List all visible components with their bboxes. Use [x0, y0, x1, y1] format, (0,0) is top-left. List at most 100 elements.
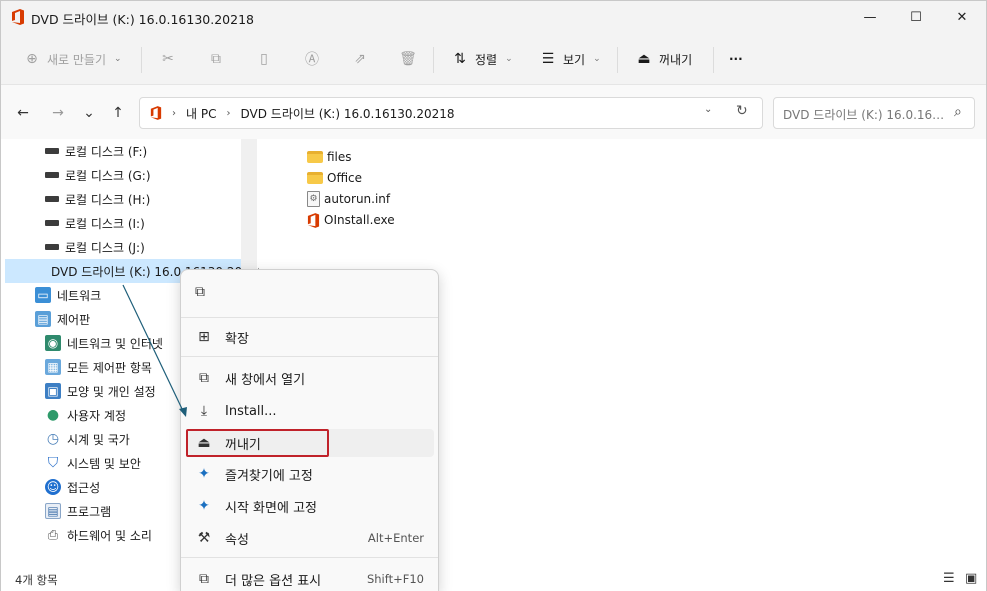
office-icon	[150, 106, 162, 120]
sidebar-item-user-accounts[interactable]: ● 사용자 계정	[45, 403, 126, 427]
details-view-icon[interactable]: ☰	[943, 571, 955, 586]
programs-icon: ▤	[45, 503, 61, 519]
menu-item-pin-quick-access[interactable]: ✦ 즐겨찾기에 고정	[187, 460, 434, 488]
file-item-office[interactable]: Office	[307, 168, 362, 188]
sidebar-item-hardware-sound[interactable]: ⎙ 하드웨어 및 소리	[45, 523, 152, 547]
tiles-view-icon[interactable]: ▣	[965, 571, 977, 586]
sidebar-item-network-internet[interactable]: ◉ 네트워크 및 인터넷	[45, 331, 163, 355]
sidebar-item-label: 제어판	[57, 312, 91, 327]
sidebar-item-clock-region[interactable]: ◷ 시계 및 국가	[45, 427, 130, 451]
sidebar-item-label: 네트워크 및 인터넷	[67, 336, 163, 351]
up-button[interactable]: ↑	[106, 103, 130, 123]
sort-button[interactable]: ⇅ 정렬 ⌄	[451, 45, 513, 73]
menu-separator	[181, 317, 438, 318]
accessibility-icon: ☺	[45, 479, 61, 495]
sidebar-item-all-control-panel[interactable]: ▦ 모든 제어판 항목	[45, 355, 152, 379]
printer-icon: ⎙	[47, 527, 59, 543]
sort-icon: ⇅	[454, 51, 466, 67]
toolbar-divider	[713, 47, 714, 73]
breadcrumb-separator: ›	[172, 107, 176, 119]
wrench-icon: ⚒	[197, 530, 211, 546]
item-count: 4개 항목	[15, 573, 58, 587]
refresh-icon[interactable]: ↻	[736, 103, 748, 119]
search-input[interactable]: DVD 드라이브 (K:) 16.0.161...	[783, 106, 945, 123]
context-menu: ⧉ ⊞ 확장 ⧉ 새 창에서 열기 ⤓ Install... ⏏ 꺼내기 ✦ 즐…	[180, 269, 439, 591]
sidebar-item-drive-f[interactable]: 로컬 디스크 (F:)	[45, 139, 147, 163]
view-button[interactable]: ☰ 보기 ⌄	[539, 45, 601, 73]
menu-item-more-options[interactable]: ⧉ 더 많은 옵션 표시 Shift+F10	[187, 565, 434, 591]
sidebar-item-control-panel[interactable]: ▤ 제어판	[35, 307, 90, 331]
file-item-oinstall[interactable]: OInstall.exe	[307, 210, 395, 230]
address-bar[interactable]: › 내 PC › DVD 드라이브 (K:) 16.0.16130.20218 …	[139, 97, 763, 129]
file-item-autorun[interactable]: ⚙ autorun.inf	[307, 189, 390, 209]
new-button[interactable]: ⊕ 새로 만들기 ⌄	[23, 45, 122, 73]
menu-item-shortcut: Shift+F10	[366, 572, 424, 586]
settings-file-icon: ⚙	[307, 191, 320, 207]
drive-icon	[45, 148, 59, 154]
menu-item-open-new-window[interactable]: ⧉ 새 창에서 열기	[187, 364, 434, 392]
sort-label: 정렬	[475, 52, 498, 67]
sidebar-item-programs[interactable]: ▤ 프로그램	[45, 499, 111, 523]
network-icon: ▭	[35, 287, 51, 303]
sidebar-item-label: 시스템 및 보안	[67, 456, 141, 471]
toolbar-divider	[433, 47, 434, 73]
sidebar-item-accessibility[interactable]: ☺ 접근성	[45, 475, 100, 499]
menu-item-install[interactable]: ⤓ Install...	[187, 397, 434, 425]
maximize-button[interactable]: ☐	[893, 1, 939, 33]
sidebar-item-drive-j[interactable]: 로컬 디스크 (J:)	[45, 235, 145, 259]
appearance-icon: ▣	[45, 383, 61, 399]
network-internet-icon: ◉	[45, 335, 61, 351]
status-bar: 4개 항목 ☰ ▣	[1, 569, 986, 591]
menu-item-pin-start[interactable]: ✦ 시작 화면에 고정	[187, 492, 434, 520]
pin-icon: ✦	[198, 498, 210, 514]
paste-button[interactable]: ▯	[255, 45, 273, 73]
menu-item-expand[interactable]: ⊞ 확장	[187, 323, 434, 351]
title-bar: DVD 드라이브 (K:) 16.0.16130.20218 — ☐ ✕	[1, 1, 986, 33]
close-button[interactable]: ✕	[939, 1, 985, 33]
file-item-files[interactable]: files	[307, 147, 352, 167]
drive-icon	[45, 244, 59, 250]
copy-button[interactable]: ⧉	[207, 45, 225, 73]
back-button[interactable]: ←	[11, 103, 35, 123]
all-control-panel-icon: ▦	[45, 359, 61, 375]
rename-button[interactable]: Ⓐ	[303, 45, 321, 73]
breadcrumb-dvd-drive[interactable]: DVD 드라이브 (K:) 16.0.16130.20218	[240, 105, 454, 122]
menu-item-properties[interactable]: ⚒ 속성 Alt+Enter	[187, 524, 434, 552]
breadcrumb-this-pc[interactable]: 내 PC	[186, 105, 216, 122]
recent-locations-button[interactable]: ⌄	[77, 103, 101, 123]
shield-icon: ⛉	[47, 455, 59, 471]
cut-button[interactable]: ✂	[159, 45, 177, 73]
sidebar-item-label: 네트워크	[57, 288, 102, 303]
search-box[interactable]: DVD 드라이브 (K:) 16.0.161... ⌕	[773, 97, 975, 129]
sidebar-item-appearance[interactable]: ▣ 모양 및 개인 설정	[45, 379, 156, 403]
minimize-button[interactable]: —	[847, 1, 893, 33]
sidebar-item-drive-g[interactable]: 로컬 디스크 (G:)	[45, 163, 151, 187]
window-title: DVD 드라이브 (K:) 16.0.16130.20218	[31, 12, 254, 27]
chevron-down-icon: ⌄	[114, 54, 122, 64]
address-history-chevron-icon[interactable]: ⌄	[704, 104, 712, 115]
file-name: files	[327, 150, 352, 164]
sidebar-item-label: 프로그램	[67, 504, 112, 519]
chevron-down-icon: ⌄	[505, 54, 513, 64]
sidebar-item-drive-h[interactable]: 로컬 디스크 (H:)	[45, 187, 150, 211]
sidebar-item-system-security[interactable]: ⛉ 시스템 및 보안	[45, 451, 141, 475]
eject-icon: ⏏	[197, 435, 211, 451]
menu-item-eject[interactable]: ⏏ 꺼내기	[187, 429, 434, 457]
delete-button[interactable]: 🗑	[399, 45, 417, 73]
menu-item-label: 속성	[225, 532, 249, 548]
sidebar-scrollbar[interactable]	[241, 139, 257, 269]
eject-label: 꺼내기	[659, 52, 693, 67]
sidebar-item-network[interactable]: ▭ 네트워크	[35, 283, 101, 307]
copy-icon[interactable]: ⧉	[195, 284, 205, 300]
office-icon	[12, 9, 24, 25]
sidebar-item-drive-i[interactable]: 로컬 디스크 (I:)	[45, 211, 145, 235]
more-button[interactable]: ···	[729, 45, 743, 73]
new-label: 새로 만들기	[47, 52, 107, 67]
search-icon: ⌕	[954, 104, 962, 120]
forward-button[interactable]: →	[46, 103, 70, 123]
address-row: ← → ⌄ ↑ › 내 PC › DVD 드라이브 (K:) 16.0.1613…	[1, 85, 986, 139]
sidebar-item-label: 모양 및 개인 설정	[67, 384, 156, 399]
plus-circle-icon: ⊕	[26, 51, 38, 67]
share-button[interactable]: ⇗	[351, 45, 369, 73]
eject-toolbar-button[interactable]: ⏏ 꺼내기	[635, 45, 692, 73]
